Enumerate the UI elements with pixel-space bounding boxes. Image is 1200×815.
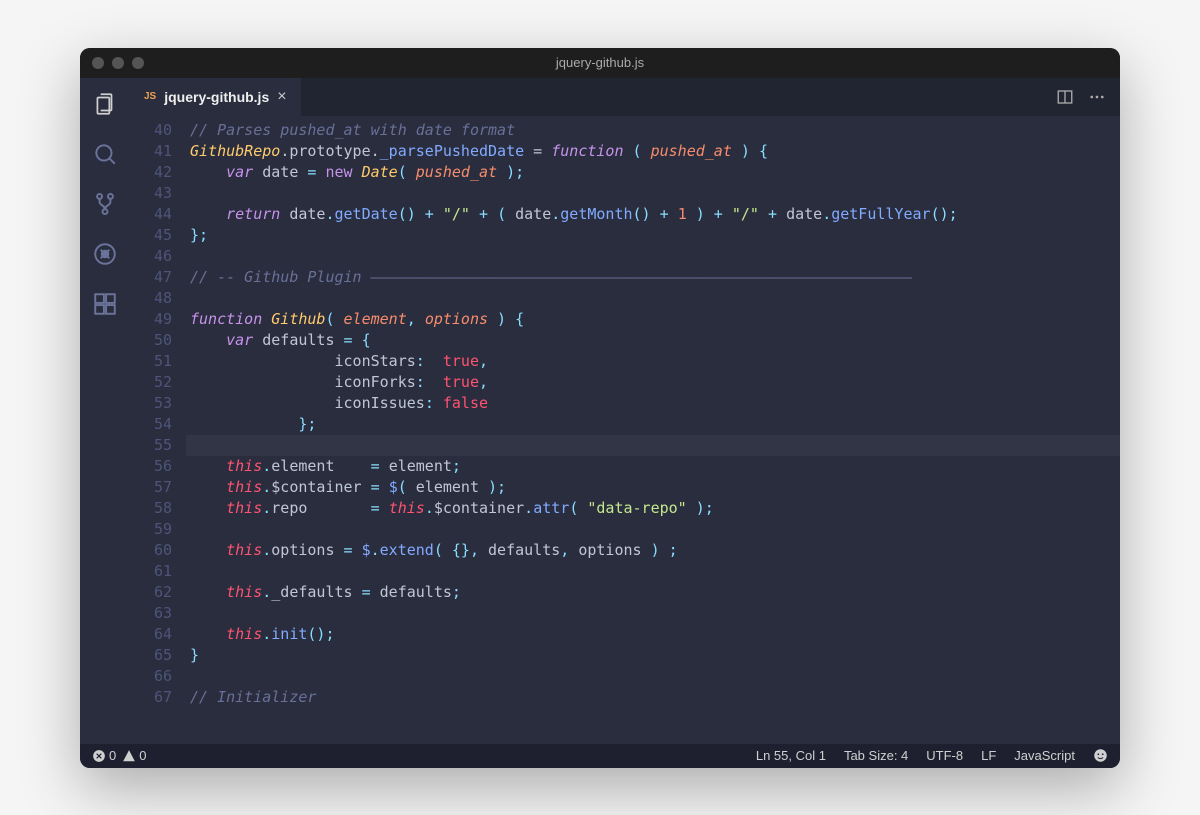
errors-indicator[interactable]: 0 bbox=[92, 748, 116, 763]
tabbar-actions bbox=[1056, 78, 1120, 116]
status-bar: 0 0 Ln 55, Col 1 Tab Size: 4 UTF-8 LF Ja… bbox=[80, 744, 1120, 768]
line-number-gutter: 4041424344454647484950515253545556575859… bbox=[130, 116, 190, 744]
tab-jquery-github[interactable]: JS jquery-github.js × bbox=[130, 78, 301, 116]
maximize-window-button[interactable] bbox=[132, 57, 144, 69]
warnings-indicator[interactable]: 0 bbox=[122, 748, 146, 763]
code-editor[interactable]: 4041424344454647484950515253545556575859… bbox=[130, 116, 1120, 744]
language-mode[interactable]: JavaScript bbox=[1014, 748, 1075, 763]
split-editor-icon[interactable] bbox=[1056, 88, 1074, 106]
window-title: jquery-github.js bbox=[556, 55, 644, 70]
tab-lang-badge: JS bbox=[144, 91, 156, 102]
editor-window: jquery-github.js JS bbox=[80, 48, 1120, 768]
eol[interactable]: LF bbox=[981, 748, 996, 763]
tab-filename: jquery-github.js bbox=[164, 89, 269, 105]
close-window-button[interactable] bbox=[92, 57, 104, 69]
code-content[interactable]: // Parses pushed_at with date formatGith… bbox=[190, 116, 1120, 744]
extensions-icon[interactable] bbox=[91, 290, 119, 318]
search-icon[interactable] bbox=[91, 140, 119, 168]
tab-bar: JS jquery-github.js × bbox=[130, 78, 1120, 116]
more-actions-icon[interactable] bbox=[1088, 88, 1106, 106]
activity-bar bbox=[80, 78, 130, 744]
debug-icon[interactable] bbox=[91, 240, 119, 268]
tab-size[interactable]: Tab Size: 4 bbox=[844, 748, 908, 763]
explorer-icon[interactable] bbox=[91, 90, 119, 118]
minimize-window-button[interactable] bbox=[112, 57, 124, 69]
source-control-icon[interactable] bbox=[91, 190, 119, 218]
close-tab-icon[interactable]: × bbox=[277, 88, 286, 106]
cursor-position[interactable]: Ln 55, Col 1 bbox=[756, 748, 826, 763]
titlebar: jquery-github.js bbox=[80, 48, 1120, 78]
editor-area: JS jquery-github.js × 404142434445464748… bbox=[130, 78, 1120, 744]
window-controls bbox=[80, 57, 144, 69]
feedback-icon[interactable] bbox=[1093, 748, 1108, 763]
encoding[interactable]: UTF-8 bbox=[926, 748, 963, 763]
